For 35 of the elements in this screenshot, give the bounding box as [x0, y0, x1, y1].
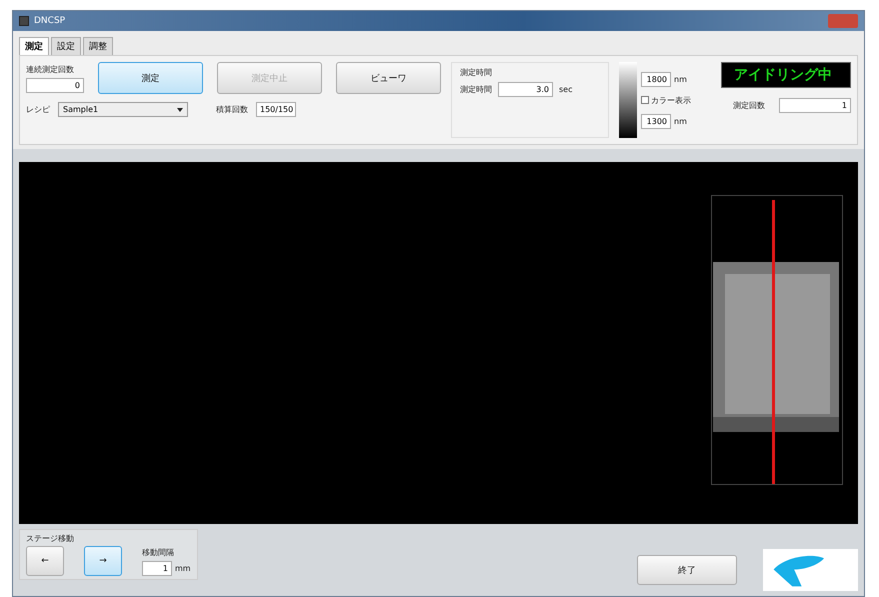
- checkbox-label: カラー表示: [651, 94, 691, 106]
- scale-top-field[interactable]: 1800: [641, 72, 671, 86]
- exit-button[interactable]: 終了: [637, 555, 737, 585]
- unit-label: mm: [175, 564, 191, 572]
- arrow-button[interactable]: →: [84, 546, 122, 576]
- unit-label: nm: [674, 74, 687, 84]
- recipe-dropdown[interactable]: Sample1: [58, 102, 188, 117]
- status-display: アイドリング中: [721, 62, 851, 88]
- checkbox[interactable]: [641, 96, 649, 104]
- repeat-field[interactable]: 0: [26, 78, 84, 92]
- time-field[interactable]: 3.0: [498, 82, 553, 97]
- stage-title: ステージ移動: [26, 533, 75, 544]
- interval-label: 移動間隔: [142, 546, 175, 558]
- measure-count-field: 1: [779, 98, 851, 113]
- action-button[interactable]: ビューワ: [336, 62, 441, 94]
- interval-field[interactable]: 1: [142, 560, 172, 576]
- tab[interactable]: 設定: [51, 37, 81, 55]
- group-title: 測定時間: [460, 67, 493, 78]
- arrow-button[interactable]: ←: [26, 546, 64, 576]
- repeat-label: 連続測定回数: [26, 64, 75, 74]
- tab[interactable]: 調整: [83, 37, 113, 55]
- tab[interactable]: 測定: [19, 37, 49, 55]
- window-title: DNCSP: [34, 16, 66, 26]
- scale-bottom-field[interactable]: 1300: [641, 114, 671, 128]
- measure-count-label: 測定回数: [733, 100, 765, 111]
- unit-label: sec: [559, 85, 572, 94]
- recipe-label: レシピ: [26, 104, 50, 115]
- unit-label: nm: [674, 116, 687, 126]
- logo-icon: [763, 549, 858, 591]
- caret-icon: [177, 108, 183, 112]
- app-icon: [19, 16, 29, 26]
- count-field: 150/150: [256, 102, 296, 117]
- time-label: 測定時間: [460, 84, 492, 95]
- count-label: 積算回数: [216, 104, 248, 115]
- action-button[interactable]: 測定: [98, 62, 203, 94]
